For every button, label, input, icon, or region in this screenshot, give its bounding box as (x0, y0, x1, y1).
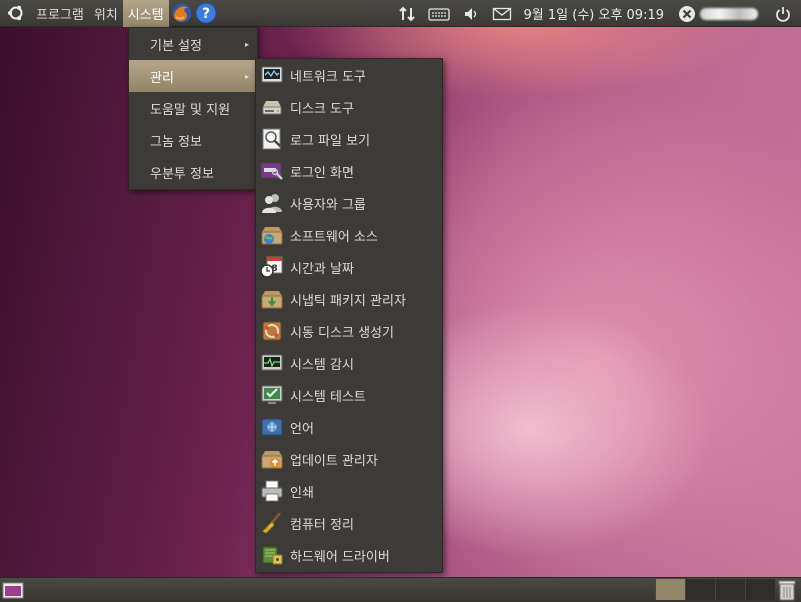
hardware-drivers-icon (262, 546, 283, 565)
help-icon[interactable]: ? (195, 2, 217, 24)
menu-item-time-date[interactable]: 8 시간과 날짜 (256, 251, 442, 283)
menu-item-update-manager[interactable]: 업데이트 관리자 (256, 443, 442, 475)
cleanup-broom-icon (262, 512, 281, 534)
menu-item-synaptic[interactable]: 시냅틱 패키지 관리자 (256, 283, 442, 315)
workspace-4[interactable] (745, 579, 775, 600)
menu-item-about-ubuntu[interactable]: 우분투 정보 (129, 156, 257, 188)
places-menu[interactable]: 위치 (89, 0, 123, 27)
clock[interactable]: 9월 1일 (수) 오후 09:19 (524, 4, 664, 23)
system-menu-button[interactable]: 시스템 (122, 0, 169, 27)
menu-item-computer-janitor[interactable]: 컴퓨터 정리 (256, 507, 442, 539)
power-icon[interactable] (774, 5, 792, 23)
menu-item-network-tools[interactable]: 네트워크 도구 (256, 59, 442, 91)
trash-icon[interactable] (777, 579, 797, 601)
menu-item-printing[interactable]: 인쇄 (256, 475, 442, 507)
firefox-icon[interactable] (171, 2, 193, 24)
log-viewer-icon (262, 128, 281, 150)
menu-item-label: 관리 (150, 70, 174, 86)
menu-item-label: 시스템 테스트 (290, 389, 366, 405)
menu-item-label: 컴퓨터 정리 (290, 517, 354, 533)
menu-item-about-gnome[interactable]: 그놈 정보 (129, 124, 257, 156)
synaptic-icon (261, 291, 283, 309)
startup-disk-icon (262, 321, 282, 341)
users-groups-icon (262, 194, 282, 213)
menu-item-help-support[interactable]: 도움말 및 지원 (129, 92, 257, 124)
menu-item-label: 언어 (290, 421, 314, 437)
menu-item-login-screen[interactable]: 로그인 화면 (256, 155, 442, 187)
workspace-1[interactable] (655, 579, 685, 600)
menu-item-label: 인쇄 (290, 485, 314, 501)
menu-item-label: 시간과 날짜 (290, 261, 354, 277)
network-tools-icon (261, 66, 283, 83)
system-dropdown-menu: 기본 설정 ▸ 관리 ▸ 도움말 및 지원 그놈 정보 우분투 정보 (128, 27, 258, 190)
menu-item-system-monitor[interactable]: 시스템 감시 (256, 347, 442, 379)
time-date-icon: 8 (260, 256, 283, 278)
menu-item-label: 기본 설정 (150, 38, 202, 54)
menu-item-label: 하드웨어 드라이버 (290, 549, 390, 565)
menu-item-system-testing[interactable]: 시스템 테스트 (256, 379, 442, 411)
menu-item-label: 시스템 감시 (290, 357, 354, 373)
submenu-arrow-icon: ▸ (244, 39, 249, 49)
menu-item-label: 업데이트 관리자 (290, 453, 378, 469)
system-testing-icon (261, 385, 283, 404)
network-arrows-icon[interactable] (398, 5, 416, 23)
update-manager-icon (261, 451, 283, 469)
software-sources-icon (261, 227, 283, 245)
printer-icon (261, 480, 283, 502)
disk-utility-icon (262, 101, 282, 115)
menu-item-label: 사용자와 그룹 (290, 197, 366, 213)
user-status-icon[interactable] (678, 5, 696, 23)
menu-item-startup-disk[interactable]: 시동 디스크 생성기 (256, 315, 442, 347)
language-icon (261, 418, 283, 436)
menu-item-software-sources[interactable]: 소프트웨어 소스 (256, 219, 442, 251)
ubuntu-logo-icon[interactable] (7, 4, 25, 22)
login-screen-icon (260, 162, 283, 180)
menu-item-hardware-drivers[interactable]: 하드웨어 드라이버 (256, 539, 442, 571)
menu-item-administration[interactable]: 관리 ▸ (129, 60, 257, 92)
system-tray: 9월 1일 (수) 오후 09:19 (392, 0, 801, 27)
user-name-obscured[interactable] (700, 7, 758, 20)
mail-envelope-icon[interactable] (492, 5, 512, 23)
applications-menu[interactable]: 프로그램 (31, 0, 89, 27)
menu-item-label: 시동 디스크 생성기 (290, 325, 394, 341)
system-monitor-icon (261, 354, 283, 371)
menu-item-label: 로그인 화면 (290, 165, 354, 181)
keyboard-icon[interactable] (427, 5, 450, 23)
menu-item-label: 네트워크 도구 (290, 69, 366, 85)
menu-item-label: 디스크 도구 (290, 101, 354, 117)
workspace-3[interactable] (715, 579, 745, 600)
menu-item-label: 도움말 및 지원 (150, 102, 231, 118)
menu-item-label: 그놈 정보 (150, 134, 202, 150)
menu-item-preferences[interactable]: 기본 설정 ▸ (129, 28, 257, 60)
svg-text:?: ? (202, 6, 210, 22)
administration-submenu: 네트워크 도구 디스크 도구 로그 파일 보기 로그인 화면 사용자와 그룹 소… (255, 58, 443, 573)
menu-item-log-viewer[interactable]: 로그 파일 보기 (256, 123, 442, 155)
volume-icon[interactable] (462, 5, 480, 23)
top-panel: 프로그램 위치 시스템 ? 9월 1일 (수) 오후 09:19 (0, 0, 801, 27)
menu-item-label: 시냅틱 패키지 관리자 (290, 293, 406, 309)
submenu-arrow-icon: ▸ (244, 71, 249, 81)
menu-item-disk-utility[interactable]: 디스크 도구 (256, 91, 442, 123)
bottom-panel (0, 577, 801, 602)
menu-item-label: 우분투 정보 (150, 166, 214, 182)
menu-item-users-groups[interactable]: 사용자와 그룹 (256, 187, 442, 219)
menu-item-label: 로그 파일 보기 (290, 133, 371, 149)
menu-item-language[interactable]: 언어 (256, 411, 442, 443)
show-desktop-icon[interactable] (2, 581, 24, 599)
menu-item-label: 소프트웨어 소스 (290, 229, 378, 245)
workspace-2[interactable] (685, 579, 715, 600)
